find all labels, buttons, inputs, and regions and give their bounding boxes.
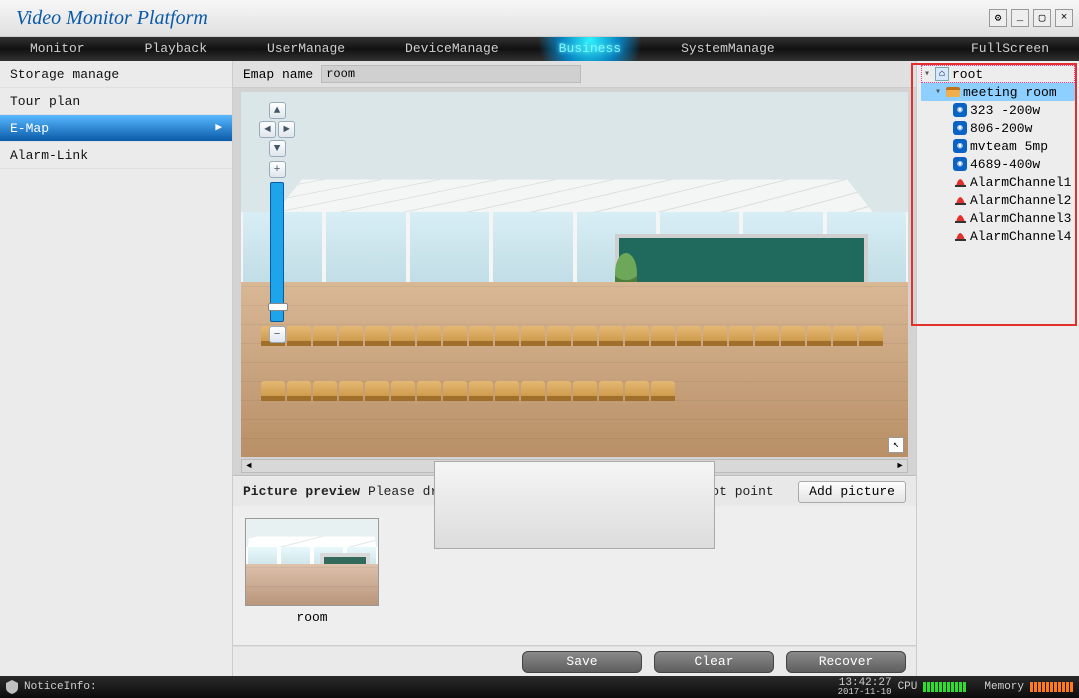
camera-icon: ◉ — [953, 121, 967, 135]
scroll-right-button[interactable]: ► — [893, 461, 907, 471]
tree-node-camera[interactable]: ◉323 -200w — [921, 101, 1075, 119]
sidebar-item-alarm-link[interactable]: Alarm-Link — [0, 142, 232, 169]
nav-business[interactable]: Business — [529, 37, 651, 61]
cpu-meter — [923, 682, 966, 692]
memory-meter — [1030, 682, 1073, 692]
sidebar-item-emap[interactable]: E-Map ▶ — [0, 115, 232, 142]
status-date: 2017-11-10 — [838, 688, 892, 697]
close-button[interactable]: × — [1055, 9, 1073, 27]
zoom-slider[interactable] — [270, 182, 284, 322]
tree-node-alarm[interactable]: AlarmChannel3 — [921, 209, 1075, 227]
scroll-thumb[interactable] — [434, 461, 714, 549]
alarm-icon — [953, 211, 967, 225]
preview-title: Picture preview — [243, 484, 360, 499]
tree-label: AlarmChannel4 — [970, 229, 1071, 244]
tree-node-alarm[interactable]: AlarmChannel2 — [921, 191, 1075, 209]
tree-node-camera[interactable]: ◉mvteam 5mp — [921, 137, 1075, 155]
sidebar-item-storage-manage[interactable]: Storage manage — [0, 61, 232, 88]
folder-icon — [946, 85, 960, 99]
scroll-track[interactable] — [256, 460, 893, 472]
zoom-in-button[interactable]: + — [269, 161, 286, 178]
tree-label: AlarmChannel3 — [970, 211, 1071, 226]
zoom-out-button[interactable]: − — [269, 326, 286, 343]
tree-label: AlarmChannel1 — [970, 175, 1071, 190]
tree-node-alarm[interactable]: AlarmChannel1 — [921, 173, 1075, 191]
device-tree: ▾ ⌂ root ▾ meeting room ◉323 -200w ◉806-… — [919, 63, 1077, 247]
tree-label: mvteam 5mp — [970, 139, 1048, 154]
tree-node-alarm[interactable]: AlarmChannel4 — [921, 227, 1075, 245]
pan-left-button[interactable]: ◄ — [259, 121, 276, 138]
status-time: 13:42:27 — [838, 678, 892, 688]
tree-label: 323 -200w — [970, 103, 1040, 118]
device-tree-panel: ▾ ⌂ root ▾ meeting room ◉323 -200w ◉806-… — [916, 61, 1079, 676]
nav-usermanage[interactable]: UserManage — [237, 37, 375, 61]
camera-icon: ◉ — [953, 157, 967, 171]
memory-label: Memory — [984, 681, 1024, 693]
app-title: Video Monitor Platform — [6, 7, 989, 30]
thumbnail-image[interactable] — [245, 518, 379, 606]
tree-node-camera[interactable]: ◉806-200w — [921, 119, 1075, 137]
tree-node-root[interactable]: ▾ ⌂ root — [921, 65, 1075, 83]
nav-systemmanage[interactable]: SystemManage — [651, 37, 805, 61]
expand-icon[interactable]: ▾ — [933, 86, 943, 98]
nav-playback[interactable]: Playback — [115, 37, 237, 61]
map-zoom-controls: ▲ ◄► ▼ + − — [259, 102, 295, 345]
alarm-icon — [953, 175, 967, 189]
sidebar-item-tour-plan[interactable]: Tour plan — [0, 88, 232, 115]
emap-name-input[interactable] — [321, 65, 581, 83]
root-icon: ⌂ — [935, 67, 949, 81]
save-button[interactable]: Save — [522, 651, 642, 673]
map-h-scrollbar[interactable]: ◄ ► — [241, 459, 908, 473]
tree-label: 806-200w — [970, 121, 1032, 136]
zoom-slider-thumb[interactable] — [268, 303, 288, 311]
nav-devicemanage[interactable]: DeviceManage — [375, 37, 529, 61]
tree-label: AlarmChannel2 — [970, 193, 1071, 208]
window-buttons: ⚙ _ ▢ × — [989, 9, 1073, 27]
camera-icon: ◉ — [953, 139, 967, 153]
shield-icon — [6, 680, 18, 694]
alarm-icon — [953, 193, 967, 207]
business-sidebar: Storage manage Tour plan E-Map ▶ Alarm-L… — [0, 61, 233, 676]
add-picture-button[interactable]: Add picture — [798, 481, 906, 503]
tree-label: root — [952, 67, 983, 82]
sidebar-item-label: Alarm-Link — [10, 142, 88, 169]
title-bar: Video Monitor Platform ⚙ _ ▢ × — [0, 0, 1079, 37]
nav-monitor[interactable]: Monitor — [0, 37, 115, 61]
tree-label: meeting room — [963, 85, 1057, 100]
emap-name-label: Emap name — [243, 67, 313, 82]
scroll-left-button[interactable]: ◄ — [242, 461, 256, 471]
clear-button[interactable]: Clear — [654, 651, 774, 673]
sidebar-item-label: Tour plan — [10, 88, 80, 115]
tree-node-camera[interactable]: ◉4689-400w — [921, 155, 1075, 173]
cpu-label: CPU — [898, 681, 918, 693]
expand-icon[interactable]: ▾ — [922, 68, 932, 80]
settings-icon[interactable]: ⚙ — [989, 9, 1007, 27]
tree-node-group[interactable]: ▾ meeting room — [921, 83, 1075, 101]
main-nav: Monitor Playback UserManage DeviceManage… — [0, 37, 1079, 61]
emap-name-row: Emap name — [233, 61, 916, 88]
tree-label: 4689-400w — [970, 157, 1040, 172]
status-bar: NoticeInfo: 13:42:27 2017-11-10 CPU Memo… — [0, 676, 1079, 698]
sidebar-item-label: E-Map — [10, 115, 49, 142]
thumbnail[interactable]: room — [245, 518, 379, 625]
overview-toggle-icon[interactable]: ↖ — [888, 437, 904, 453]
action-row: Save Clear Recover — [233, 646, 916, 676]
minimize-button[interactable]: _ — [1011, 9, 1029, 27]
thumbnail-label: room — [245, 606, 379, 625]
notice-label: NoticeInfo: — [24, 681, 97, 693]
center-column: Emap name ▲ ◄► ▼ + — [233, 61, 916, 676]
chevron-right-icon: ▶ — [215, 115, 222, 142]
emap-viewport[interactable]: ▲ ◄► ▼ + − ↖ — [241, 92, 908, 457]
maximize-button[interactable]: ▢ — [1033, 9, 1051, 27]
nav-fullscreen[interactable]: FullScreen — [941, 37, 1079, 61]
pan-up-button[interactable]: ▲ — [269, 102, 286, 119]
emap-image[interactable] — [241, 92, 908, 457]
alarm-icon — [953, 229, 967, 243]
camera-icon: ◉ — [953, 103, 967, 117]
recover-button[interactable]: Recover — [786, 651, 906, 673]
emap-viewport-wrap: ▲ ◄► ▼ + − ↖ ◄ ► — [233, 88, 916, 476]
sidebar-item-label: Storage manage — [10, 61, 119, 88]
pan-right-button[interactable]: ► — [278, 121, 295, 138]
pan-down-button[interactable]: ▼ — [269, 140, 286, 157]
